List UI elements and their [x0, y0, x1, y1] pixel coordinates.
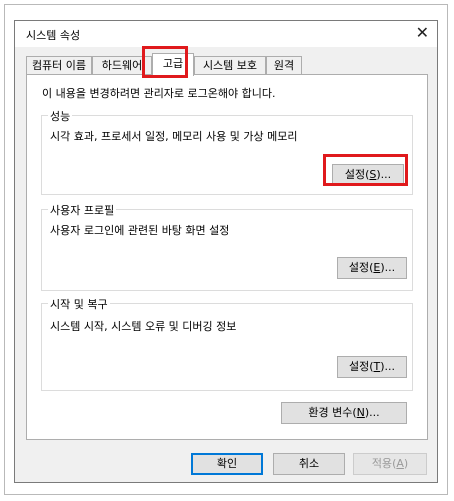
performance-group-title: 성능 — [48, 108, 73, 124]
tab-system-protection[interactable]: 시스템 보호 — [194, 56, 266, 74]
user-profile-group-title: 사용자 프로필 — [48, 202, 117, 218]
advanced-tab-panel: 이 내용을 변경하려면 관리자로 로그온해야 합니다. 성능 시각 효과, 프로… — [26, 74, 428, 440]
user-profile-group: 사용자 프로필 사용자 로그인에 관련된 바탕 화면 설정 설정(E)... — [41, 202, 413, 291]
startup-recovery-group: 시작 및 복구 시스템 시작, 시스템 오류 및 디버깅 정보 설정(T)... — [41, 296, 413, 391]
admin-note: 이 내용을 변경하려면 관리자로 로그온해야 합니다. — [42, 87, 276, 100]
tab-strip: 컴퓨터 이름 하드웨어 고급 시스템 보호 원격 — [26, 53, 428, 76]
dialog-title: 시스템 속성 — [26, 29, 81, 42]
close-icon[interactable]: ✕ — [416, 24, 429, 42]
startup-recovery-desc: 시스템 시작, 시스템 오류 및 디버깅 정보 — [50, 320, 237, 333]
advanced-tab-highlight-box — [142, 46, 188, 78]
performance-settings-highlight-box — [323, 154, 408, 186]
performance-desc: 시각 효과, 프로세서 일정, 메모리 사용 및 가상 메모리 — [50, 130, 298, 143]
apply-button[interactable]: 적용(A) — [353, 453, 427, 475]
startup-recovery-group-title: 시작 및 복구 — [48, 296, 110, 312]
user-profile-desc: 사용자 로그인에 관련된 바탕 화면 설정 — [50, 224, 230, 237]
user-profile-settings-button[interactable]: 설정(E)... — [337, 257, 407, 279]
tab-remote[interactable]: 원격 — [266, 56, 302, 74]
system-properties-dialog: 시스템 속성 ✕ 컴퓨터 이름 하드웨어 고급 시스템 보호 원격 이 내용을 … — [14, 20, 438, 483]
environment-variables-button[interactable]: 환경 변수(N)... — [281, 402, 407, 424]
title-bar: 시스템 속성 ✕ — [15, 21, 437, 47]
tab-computer-name[interactable]: 컴퓨터 이름 — [26, 56, 92, 74]
cancel-button[interactable]: 취소 — [273, 453, 345, 475]
startup-recovery-settings-button[interactable]: 설정(T)... — [337, 356, 407, 378]
ok-button[interactable]: 확인 — [191, 453, 263, 475]
